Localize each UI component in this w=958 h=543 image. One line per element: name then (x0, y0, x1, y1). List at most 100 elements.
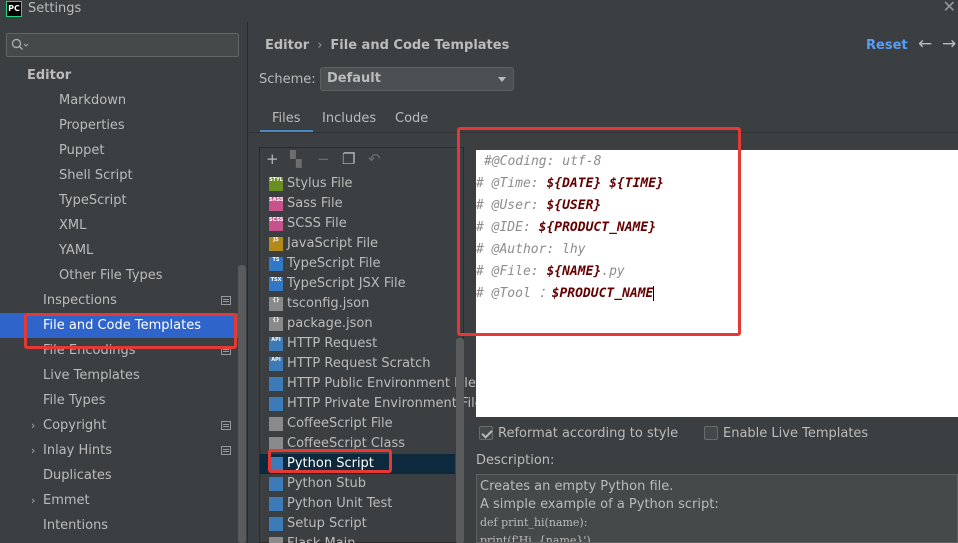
sidebar-item-label: Duplicates (43, 468, 112, 483)
reset-icon[interactable]: ↶ (368, 151, 381, 167)
http-env-icon (269, 397, 283, 411)
template-item-typescript-jsx-file[interactable]: TSX TypeScript JSX File (260, 274, 455, 294)
template-item-label: HTTP Private Environment File (287, 396, 483, 411)
typescript-file-icon: TS (269, 257, 283, 271)
template-item-python-stub[interactable]: Python Stub (260, 474, 455, 494)
forward-arrow-icon[interactable]: → (942, 34, 956, 54)
template-item-http-request[interactable]: API HTTP Request (260, 334, 455, 354)
back-arrow-icon[interactable]: ← (918, 34, 932, 54)
template-item-label: Stylus File (287, 176, 353, 191)
template-item-scss-file[interactable]: SCSS SCSS File (260, 214, 455, 234)
template-item-typescript-file[interactable]: TS TypeScript File (260, 254, 455, 274)
template-item-label: package.json (287, 316, 373, 331)
python-stub-icon (269, 477, 283, 491)
template-item-setup-script[interactable]: Setup Script (260, 514, 455, 534)
sidebar-item-typescript[interactable]: TypeScript (0, 188, 240, 213)
sidebar-group-editor[interactable]: Editor (0, 63, 240, 88)
scheme-dropdown[interactable]: Default (320, 67, 514, 91)
add-child-icon[interactable]: ▚ (290, 151, 302, 167)
stylus-file-icon: STYL (269, 177, 283, 191)
template-item-http-request-scratch[interactable]: API HTTP Request Scratch (260, 354, 455, 374)
template-list-panel: + ▚ − ❐ ↶ STYL Stylus File SASS Sass File SC… (259, 147, 483, 543)
template-item-label: TypeScript JSX File (287, 276, 406, 291)
tsx-file-icon: TSX (269, 277, 283, 291)
add-icon[interactable]: + (266, 151, 279, 167)
search-input[interactable] (6, 33, 239, 57)
sidebar-item-label: Copyright (43, 418, 107, 433)
template-list-scrollbar[interactable] (456, 338, 464, 543)
template-item-python-unit-test[interactable]: Python Unit Test (260, 494, 455, 514)
reformat-checkbox[interactable] (479, 426, 493, 440)
template-item-http-private-environment-file[interactable]: HTTP Private Environment File (260, 394, 483, 414)
template-item-http-public-environment-file[interactable]: HTTP Public Environment File (260, 374, 476, 394)
sidebar-item-label: Inlay Hints (43, 443, 112, 458)
description-box: Creates an empty Python file. A simple e… (476, 474, 958, 543)
http-request-icon: API (269, 337, 283, 351)
sidebar-item-emmet[interactable]: › Emmet (0, 488, 240, 513)
template-item-label: Python Stub (287, 476, 367, 491)
chevron-right-icon[interactable]: › (31, 488, 35, 513)
live-templates-label[interactable]: Enable Live Templates (723, 426, 868, 442)
breadcrumb: Editor › File and Code Templates (265, 38, 509, 53)
chevron-right-icon[interactable]: › (31, 438, 35, 463)
template-item-label: Sass File (287, 196, 343, 211)
sidebar-scrollbar[interactable] (238, 265, 246, 543)
json-file-icon: {} (269, 297, 283, 311)
sidebar-item-intentions[interactable]: Intentions (0, 513, 240, 538)
sidebar-item-copyright[interactable]: › Copyright (0, 413, 240, 438)
sidebar-item-duplicates[interactable]: Duplicates (0, 463, 240, 488)
description-code-2: print(f'Hi, {name}') (480, 534, 591, 543)
tab-includes[interactable]: Includes (322, 106, 376, 132)
reset-button[interactable]: Reset (866, 38, 908, 53)
settings-sidebar: Editor Markdown Properties Puppet Shell Scri… (0, 22, 248, 543)
project-scope-icon (221, 296, 231, 305)
close-icon[interactable]: ✕ (943, 0, 956, 16)
javascript-file-icon: JS (269, 237, 283, 251)
sidebar-item-xml[interactable]: XML (0, 213, 240, 238)
template-item-label: JavaScript File (287, 236, 379, 251)
description-code-1: def print_hi(name): (480, 516, 588, 529)
sidebar-item-yaml[interactable]: YAML (0, 238, 240, 263)
template-item-label: HTTP Request (287, 336, 378, 351)
sidebar-item-file-types[interactable]: File Types (0, 388, 240, 413)
sidebar-item-markdown[interactable]: Markdown (0, 88, 240, 113)
template-item-label: CoffeeScript File (287, 416, 393, 431)
sidebar-item-live-templates[interactable]: Live Templates (0, 363, 240, 388)
description-line-2: A simple example of a Python script: (480, 497, 719, 512)
template-item-package-json[interactable]: {} package.json (260, 314, 455, 334)
template-item-label: TypeScript File (287, 256, 381, 271)
tab-files[interactable]: Files (260, 106, 312, 133)
sidebar-item-other-file-types[interactable]: Other File Types (0, 263, 240, 288)
tab-code[interactable]: Code (395, 106, 428, 132)
flask-icon (269, 537, 283, 543)
chevron-right-icon[interactable]: › (31, 413, 35, 438)
reformat-label[interactable]: Reformat according to style (498, 426, 678, 442)
sidebar-item-label: Live Templates (43, 368, 140, 383)
template-item-label: tsconfig.json (287, 296, 370, 311)
template-item-stylus-file[interactable]: STYL Stylus File (260, 174, 455, 194)
sidebar-item-inspections[interactable]: Inspections (0, 288, 240, 313)
json-file-icon: {} (269, 317, 283, 331)
sidebar-item-inlay-hints[interactable]: › Inlay Hints (0, 438, 240, 463)
copy-icon[interactable]: ❐ (342, 151, 355, 167)
remove-icon[interactable]: − (317, 151, 330, 167)
sidebar-item-label: Inspections (43, 293, 117, 308)
sidebar-item-properties[interactable]: Properties (0, 113, 240, 138)
template-item-sass-file[interactable]: SASS Sass File (260, 194, 455, 214)
scss-file-icon: SCSS (269, 217, 283, 231)
template-item-coffeescript-file[interactable]: CoffeeScript File (260, 414, 455, 434)
live-templates-checkbox[interactable] (704, 426, 718, 440)
coffeescript-file-icon (269, 417, 283, 431)
template-item-tsconfig-json[interactable]: {} tsconfig.json (260, 294, 455, 314)
description-label: Description: (476, 453, 555, 468)
template-item-label: SCSS File (287, 216, 347, 231)
sidebar-item-shell-script[interactable]: Shell Script (0, 163, 240, 188)
sidebar-item-puppet[interactable]: Puppet (0, 138, 240, 163)
http-scratch-icon: API (269, 357, 283, 371)
template-item-flask-main[interactable]: Flask Main (260, 534, 455, 543)
project-scope-icon (221, 421, 231, 430)
breadcrumb-root[interactable]: Editor (265, 38, 309, 53)
python-test-icon (269, 497, 283, 511)
template-item-label: HTTP Public Environment File (287, 376, 476, 391)
template-item-javascript-file[interactable]: JS JavaScript File (260, 234, 455, 254)
